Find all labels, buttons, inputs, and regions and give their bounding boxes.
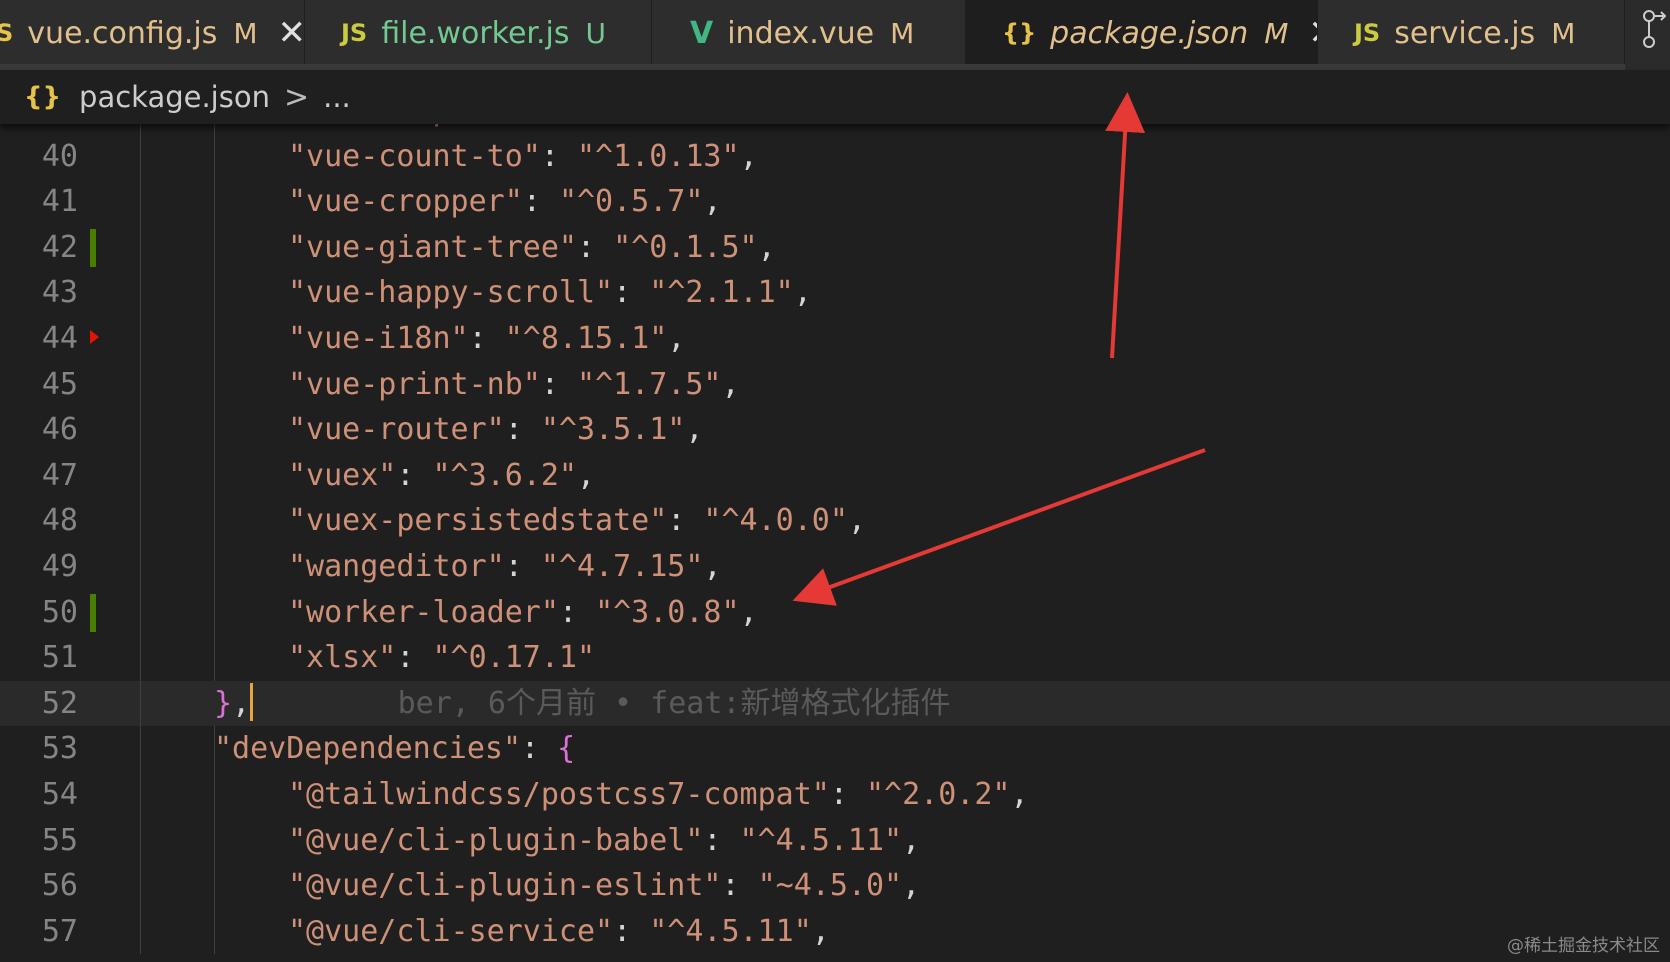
close-icon[interactable]: ✕ [1308, 13, 1317, 53]
code-text: "@vue/cli-plugin-eslint": "~4.5.0", [288, 868, 921, 904]
code-line[interactable]: 53 "devDependencies": { [0, 726, 1670, 772]
code-text: "vue-clipboard2": "^0.3.1", [288, 124, 776, 134]
code-line[interactable]: 39 "vue-clipboard2": "^0.3.1", [0, 124, 1670, 134]
code-text: "@vue/cli-service": "^4.5.11", [288, 913, 830, 949]
code-text: "@tailwindcss/postcss7-compat": "^2.0.2"… [288, 776, 1029, 812]
code-text: "devDependencies": { [214, 731, 576, 767]
code-line[interactable]: 50 "worker-loader": "^3.0.8", [0, 590, 1670, 636]
diff-deleted-marker[interactable] [90, 329, 99, 344]
modified-badge: M [1551, 16, 1576, 50]
tab-bar: S vue.config.js M ✕ JS file.worker.js U … [0, 0, 1670, 70]
code-line[interactable]: 48 "vuex-persistedstate": "^4.0.0", [0, 498, 1670, 544]
tab-label: service.js [1394, 15, 1536, 51]
code-line[interactable]: 56 "@vue/cli-plugin-eslint": "~4.5.0", [0, 863, 1670, 909]
line-number: 46 [41, 412, 78, 448]
code-text: "vue-giant-tree": "^0.1.5", [288, 229, 776, 265]
code-text: "@vue/cli-plugin-babel": "^4.5.11", [288, 822, 921, 858]
line-number: 55 [41, 822, 78, 858]
indent-guide [140, 124, 141, 955]
code-text: "vuex": "^3.6.2", [288, 457, 596, 493]
line-number: 41 [41, 184, 78, 220]
code-editor[interactable]: 39 "vue-clipboard2": "^0.3.1", 40 "vue-coun… [0, 124, 1670, 962]
diff-added-marker[interactable] [90, 228, 96, 267]
line-number: 44 [41, 320, 78, 356]
diff-added-marker[interactable] [90, 593, 96, 632]
code-line[interactable]: 57 "@vue/cli-service": "^4.5.11", [0, 909, 1670, 955]
code-text: "vue-print-nb": "^1.7.5", [288, 366, 740, 402]
code-lines: 39 "vue-clipboard2": "^0.3.1", 40 "vue-coun… [0, 124, 1670, 955]
vue-file-icon: V [690, 15, 714, 51]
breadcrumb-file[interactable]: package.json [79, 80, 270, 114]
line-number: 50 [41, 594, 78, 630]
code-line[interactable]: 44 "vue-i18n": "^8.15.1", [0, 316, 1670, 362]
code-text: "vuex-persistedstate": "^4.0.0", [288, 503, 866, 539]
git-blame-annotation: ber, 6个月前 • feat:新增格式化插件 [253, 685, 951, 721]
breadcrumb: {} package.json > ... [0, 70, 1670, 124]
line-number: 47 [41, 457, 78, 493]
tab-index-vue[interactable]: V index.vue M [652, 0, 966, 66]
line-number: 53 [41, 731, 78, 767]
code-text: }, ber, 6个月前 • feat:新增格式化插件 [214, 681, 950, 727]
modified-badge: M [233, 16, 258, 50]
code-line[interactable]: 46 "vue-router": "^3.5.1", [0, 407, 1670, 453]
code-line[interactable]: 42 "vue-giant-tree": "^0.1.5", [0, 225, 1670, 271]
code-text: "worker-loader": "^3.0.8", [288, 594, 758, 630]
js-file-icon: JS [1354, 19, 1381, 47]
code-line[interactable]: 51 "xlsx": "^0.17.1" [0, 635, 1670, 681]
indent-guide [214, 124, 215, 681]
code-text: "vue-i18n": "^8.15.1", [288, 320, 686, 356]
line-number: 54 [41, 776, 78, 812]
code-text: "wangeditor": "^4.7.15", [288, 548, 722, 584]
tab-service-js[interactable]: JS service.js M [1318, 0, 1625, 66]
line-number: 40 [41, 138, 78, 174]
tab-actions [1625, 0, 1670, 70]
line-number: 52 [41, 685, 78, 721]
indent-guide [214, 726, 215, 955]
tab-label: vue.config.js [27, 15, 218, 51]
tab-label: package.json [1050, 15, 1249, 51]
code-line[interactable]: 41 "vue-cropper": "^0.5.7", [0, 179, 1670, 225]
code-text: "xlsx": "^0.17.1" [288, 640, 596, 676]
tab-package-json[interactable]: {} package.json M ✕ [966, 0, 1318, 66]
line-number: 45 [41, 366, 78, 402]
json-file-icon: {} [24, 82, 62, 112]
tab-vue-config[interactable]: S vue.config.js M ✕ [0, 0, 305, 66]
code-line[interactable]: 45 "vue-print-nb": "^1.7.5", [0, 362, 1670, 408]
code-line[interactable]: 54 "@tailwindcss/postcss7-compat": "^2.0.… [0, 772, 1670, 818]
line-number: 43 [41, 275, 78, 311]
js-file-icon: JS [341, 19, 368, 47]
watermark: @稀土掘金技术社区 [1507, 936, 1660, 956]
code-text: "vue-count-to": "^1.0.13", [288, 138, 758, 174]
compare-changes-icon[interactable] [1625, 0, 1670, 70]
tab-label: file.worker.js [381, 15, 570, 51]
untracked-badge: U [585, 16, 607, 50]
code-line[interactable]: 49 "wangeditor": "^4.7.15", [0, 544, 1670, 590]
code-line[interactable]: 52 }, ber, 6个月前 • feat:新增格式化插件 [0, 680, 1670, 727]
line-number: 49 [41, 548, 78, 584]
js-file-icon: S [0, 19, 13, 47]
code-line[interactable]: 55 "@vue/cli-plugin-babel": "^4.5.11", [0, 818, 1670, 864]
close-icon[interactable]: ✕ [278, 13, 304, 53]
line-number: 39 [0, 124, 78, 134]
line-number: 57 [41, 913, 78, 949]
tab-file-worker[interactable]: JS file.worker.js U [305, 0, 652, 66]
line-number: 56 [41, 868, 78, 904]
chevron-right-icon: > [283, 79, 310, 115]
modified-badge: M [890, 16, 915, 50]
code-line[interactable]: 47 "vuex": "^3.6.2", [0, 453, 1670, 499]
line-number: 48 [41, 503, 78, 539]
code-line[interactable]: 40 "vue-count-to": "^1.0.13", [0, 134, 1670, 180]
code-text: "vue-happy-scroll": "^2.1.1", [288, 275, 812, 311]
line-number: 51 [41, 640, 78, 676]
breadcrumb-more[interactable]: ... [323, 80, 351, 114]
code-text: "vue-cropper": "^0.5.7", [288, 184, 722, 220]
line-number: 42 [41, 229, 78, 265]
code-text: "vue-router": "^3.5.1", [288, 412, 704, 448]
code-line[interactable]: 43 "vue-happy-scroll": "^2.1.1", [0, 270, 1670, 316]
modified-badge: M [1264, 16, 1289, 50]
json-file-icon: {} [1002, 19, 1037, 47]
tab-label: index.vue [727, 15, 875, 51]
